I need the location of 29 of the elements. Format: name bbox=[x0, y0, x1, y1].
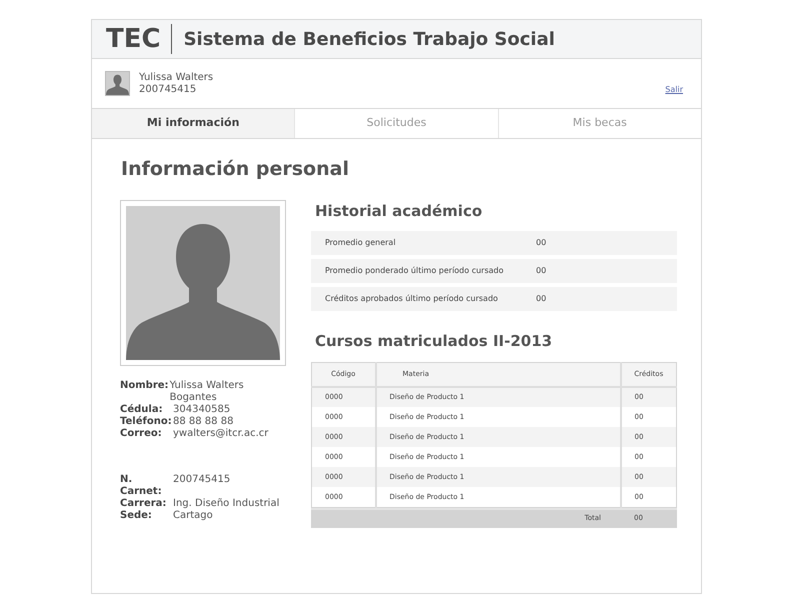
user-id: 200745415 bbox=[139, 84, 198, 96]
field-label: Sede: bbox=[120, 510, 153, 522]
field-value: ywalters@itcr.ac.cr bbox=[173, 428, 268, 440]
page-title: Información personal bbox=[121, 157, 350, 182]
tab[interactable]: Mi información bbox=[92, 109, 296, 138]
field-label: Carrera: bbox=[120, 498, 168, 510]
logout-link[interactable]: Salir bbox=[665, 84, 683, 96]
section-title: Historial académico bbox=[315, 200, 484, 222]
field-value: Yulissa Walters Bogantes bbox=[170, 380, 245, 404]
history-value: 00 bbox=[536, 265, 546, 277]
field-label: Correo: bbox=[120, 428, 163, 440]
history-value: 00 bbox=[536, 237, 546, 249]
field-value: Cartago bbox=[173, 510, 213, 522]
field-label: Nombre: bbox=[120, 380, 170, 392]
section-title: Cursos matriculados II-2013 bbox=[315, 331, 554, 352]
field-label: N. Carnet: bbox=[120, 474, 163, 498]
field-value: 88 88 88 88 bbox=[173, 416, 234, 428]
history-label: Promedio general bbox=[325, 237, 397, 249]
field-label: Teléfono: bbox=[120, 416, 173, 428]
user-name: Yulissa Walters bbox=[139, 72, 214, 84]
field-value: 200745415 bbox=[173, 474, 230, 486]
history-label: Créditos aprobados último período cursado bbox=[325, 293, 499, 305]
history-label: Promedio ponderado último período cursado bbox=[325, 265, 504, 277]
logo: TEC bbox=[106, 24, 172, 54]
field-label: Cédula: bbox=[120, 404, 164, 416]
history-value: 00 bbox=[536, 293, 546, 305]
app-title: Sistema de Beneficios Trabajo Social bbox=[184, 28, 555, 52]
field-value: 304340585 bbox=[173, 404, 230, 416]
field-value: Ing. Diseño Industrial bbox=[173, 498, 280, 510]
